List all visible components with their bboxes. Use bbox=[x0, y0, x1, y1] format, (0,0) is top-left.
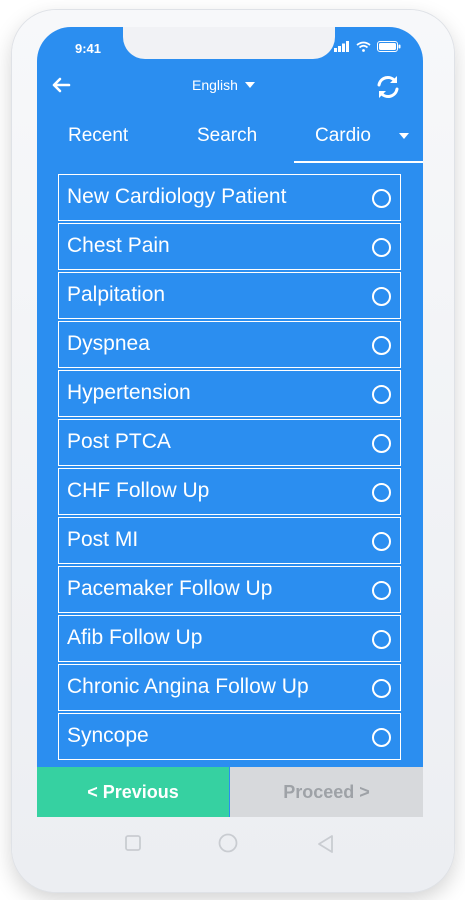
tab-recent[interactable]: Recent bbox=[68, 112, 128, 160]
status-icons bbox=[334, 41, 401, 52]
language-label: English bbox=[192, 77, 238, 93]
list-item[interactable]: CHF Follow Up bbox=[58, 468, 401, 515]
recents-square-icon[interactable] bbox=[125, 835, 141, 851]
item-label: CHF Follow Up bbox=[67, 479, 210, 502]
battery-icon bbox=[377, 41, 401, 52]
active-tab-indicator bbox=[294, 161, 423, 163]
list-item[interactable]: Palpitation bbox=[58, 272, 401, 319]
radio-icon[interactable] bbox=[372, 434, 391, 453]
list-item[interactable]: Post PTCA bbox=[58, 419, 401, 466]
radio-icon[interactable] bbox=[372, 532, 391, 551]
radio-icon[interactable] bbox=[372, 483, 391, 502]
wifi-icon bbox=[356, 41, 371, 52]
system-nav-bar bbox=[37, 817, 423, 871]
app-bar: English bbox=[37, 67, 423, 107]
radio-icon[interactable] bbox=[372, 581, 391, 600]
proceed-button[interactable]: Proceed > bbox=[230, 767, 423, 817]
item-label: Palpitation bbox=[67, 283, 166, 306]
item-label: Pacemaker Follow Up bbox=[67, 577, 273, 600]
language-selector[interactable]: English bbox=[192, 77, 255, 93]
item-label: Dyspnea bbox=[67, 332, 150, 355]
home-circle-icon[interactable] bbox=[218, 833, 238, 853]
item-label: Hypertension bbox=[67, 381, 191, 404]
status-time: 9:41 bbox=[75, 41, 102, 56]
tab-recent-label: Recent bbox=[68, 125, 129, 146]
list-item[interactable]: New Cardiology Patient bbox=[58, 174, 401, 221]
refresh-icon bbox=[377, 76, 399, 98]
list-item[interactable]: Chest Pain bbox=[58, 223, 401, 270]
tab-cardio-label: Cardio bbox=[315, 125, 371, 146]
item-label: Chronic Angina Follow Up bbox=[67, 675, 309, 698]
refresh-button[interactable] bbox=[373, 72, 403, 102]
radio-icon[interactable] bbox=[372, 336, 391, 355]
radio-icon[interactable] bbox=[372, 189, 391, 208]
item-label: Chest Pain bbox=[67, 234, 170, 257]
signal-icon bbox=[334, 41, 349, 52]
radio-icon[interactable] bbox=[372, 630, 391, 649]
tab-search-label: Search bbox=[197, 125, 258, 146]
back-arrow-icon bbox=[52, 77, 71, 93]
radio-icon[interactable] bbox=[372, 728, 391, 747]
bottom-action-bar: < Previous Proceed > bbox=[37, 767, 423, 817]
tab-dropdown-icon bbox=[399, 133, 409, 139]
back-triangle-icon[interactable] bbox=[317, 835, 333, 853]
item-label: Syncope bbox=[67, 724, 149, 747]
tab-cardio[interactable]: Cardio bbox=[315, 112, 409, 160]
tab-search[interactable]: Search bbox=[197, 112, 257, 160]
list-item[interactable]: Post MI bbox=[58, 517, 401, 564]
item-label: Afib Follow Up bbox=[67, 626, 203, 649]
list-item[interactable]: Chronic Angina Follow Up bbox=[58, 664, 401, 711]
notch bbox=[123, 27, 335, 59]
back-button[interactable] bbox=[47, 71, 75, 99]
previous-button[interactable]: < Previous bbox=[37, 767, 229, 817]
radio-icon[interactable] bbox=[372, 238, 391, 257]
list-item[interactable]: Syncope bbox=[58, 713, 401, 760]
tab-bar: Recent Search Cardio bbox=[37, 112, 423, 163]
dropdown-caret-icon bbox=[244, 82, 255, 88]
list-item[interactable]: Hypertension bbox=[58, 370, 401, 417]
radio-icon[interactable] bbox=[372, 385, 391, 404]
app-screen: 9:41 English Recent Search Cardio New Ca… bbox=[37, 27, 423, 817]
list-item[interactable]: Dyspnea bbox=[58, 321, 401, 368]
complaint-list: New Cardiology Patient Chest Pain Palpit… bbox=[58, 174, 401, 762]
radio-icon[interactable] bbox=[372, 679, 391, 698]
list-item[interactable]: Afib Follow Up bbox=[58, 615, 401, 662]
list-item[interactable]: Pacemaker Follow Up bbox=[58, 566, 401, 613]
item-label: Post MI bbox=[67, 528, 139, 551]
radio-icon[interactable] bbox=[372, 287, 391, 306]
item-label: Post PTCA bbox=[67, 430, 171, 453]
item-label: New Cardiology Patient bbox=[67, 185, 287, 208]
